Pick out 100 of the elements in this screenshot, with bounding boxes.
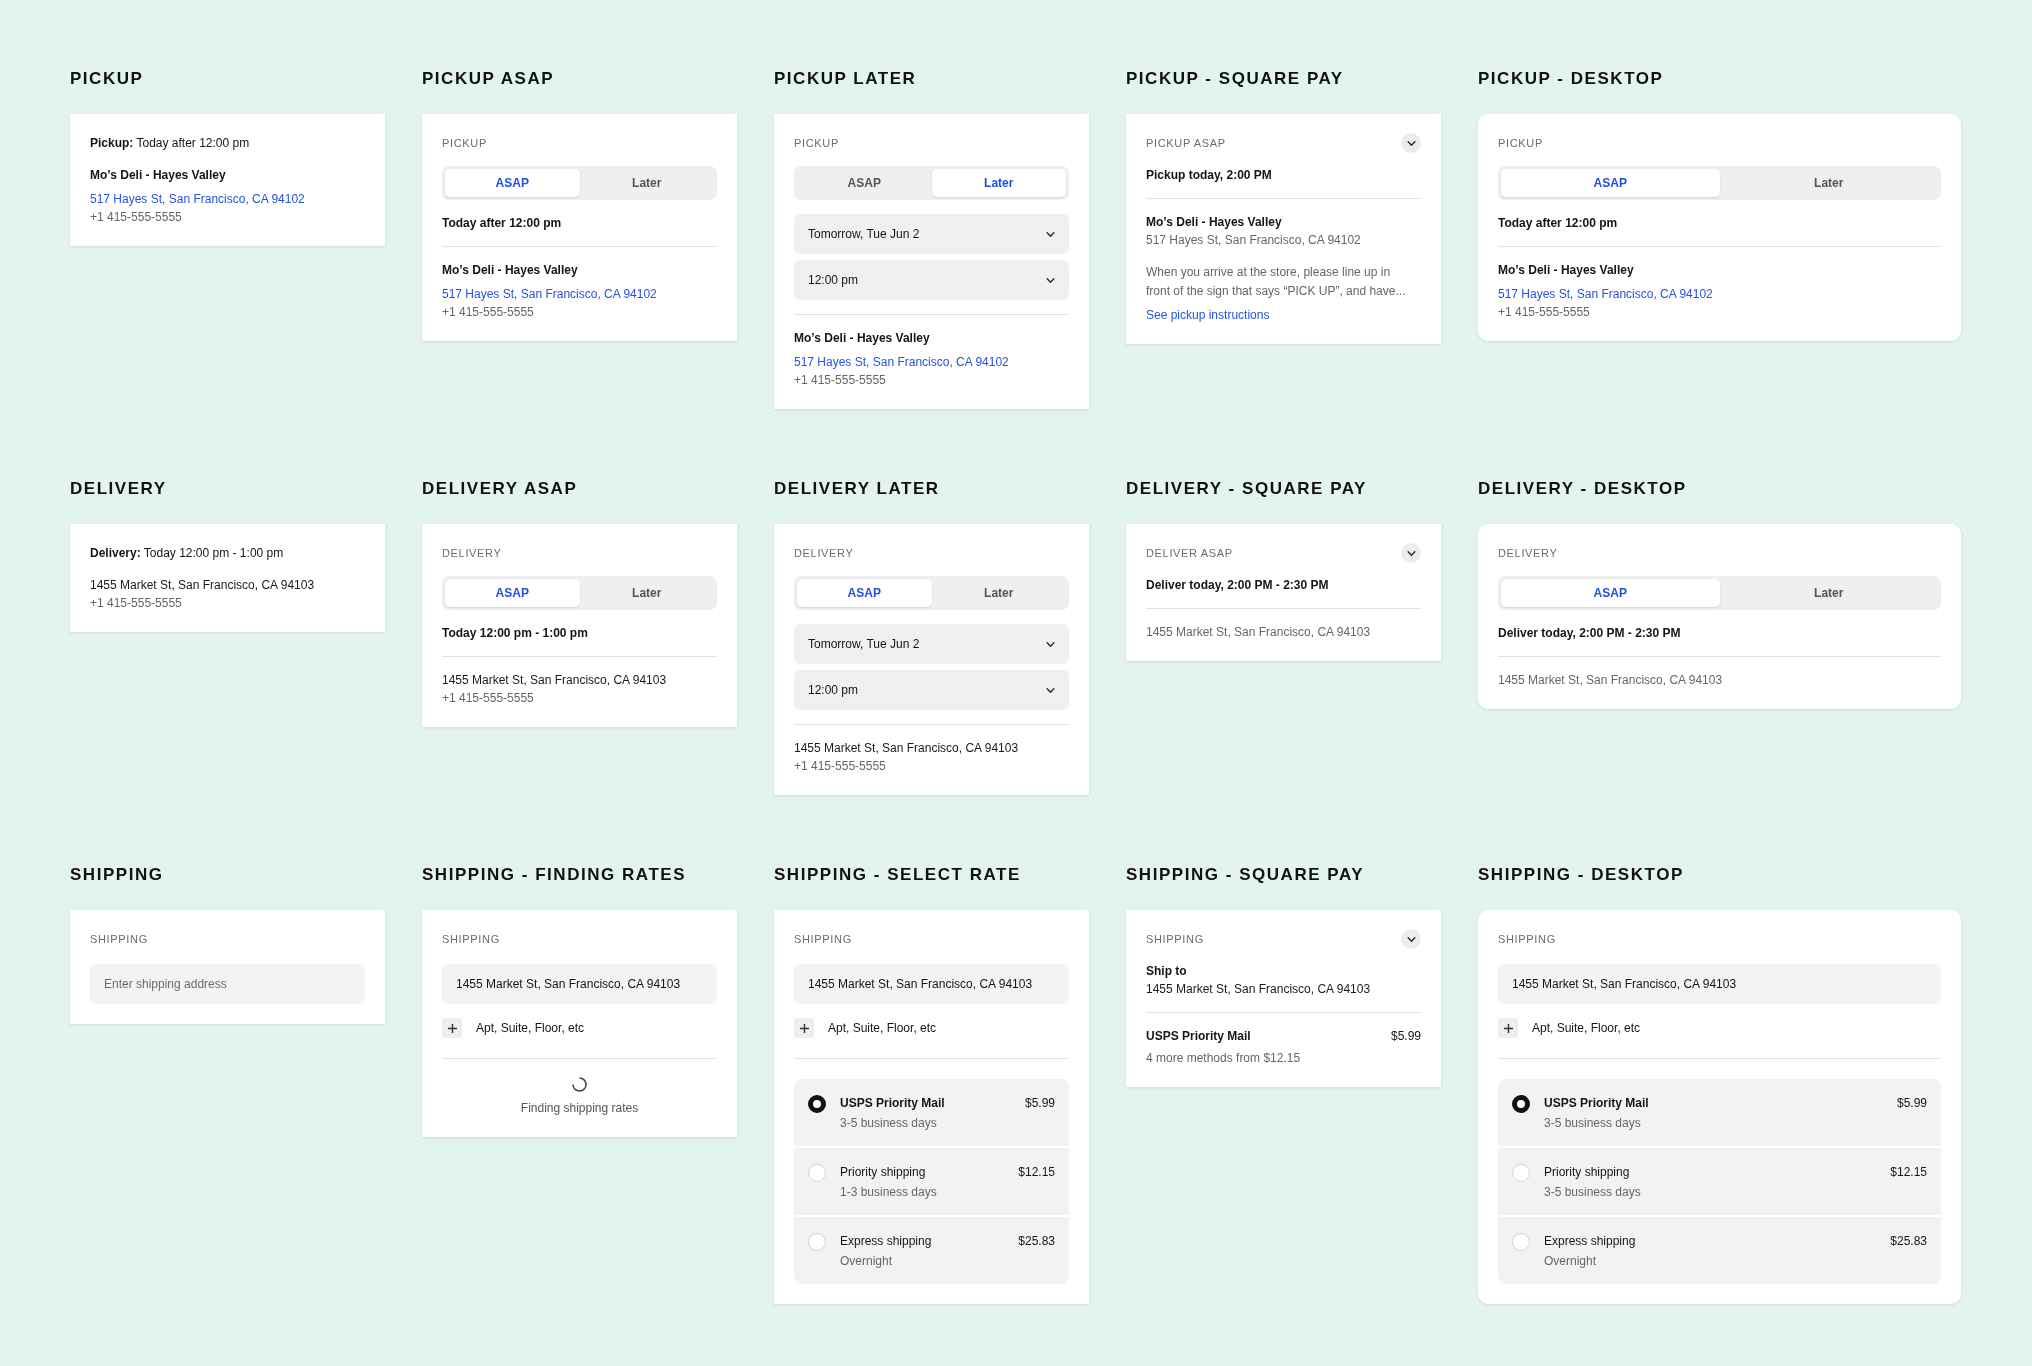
section-label: PICKUP ASAP (1146, 136, 1226, 151)
rate-price: $5.99 (1024, 1095, 1055, 1112)
rate-price: $5.99 (1390, 1028, 1421, 1045)
segment-tab[interactable]: ASAP (797, 579, 932, 607)
section-label: SHIPPING (90, 932, 148, 947)
secondary-text: 1455 Market St, San Francisco, CA 94103 (1146, 624, 1372, 641)
section-title: PICKUP LATER (774, 69, 918, 89)
expand-button[interactable] (1401, 929, 1421, 949)
segment-tab[interactable]: Later (1719, 579, 1938, 607)
rate-option[interactable]: USPS Priority Mail $5.99 3-5 business days (1498, 1079, 1941, 1146)
rate-name: Priority shipping (1544, 1164, 1630, 1181)
time-heading: Deliver today, 2:00 PM - 2:30 PM (1498, 625, 1682, 642)
secondary-text: +1 415-555-5555 (442, 690, 535, 707)
secondary-text: +1 415-555-5555 (90, 209, 183, 226)
address-link[interactable]: 517 Hayes St, San Francisco, CA 94102 (442, 285, 657, 303)
dropdown-select[interactable]: 12:00 pm (794, 260, 1069, 300)
rate-detail: Overnight (840, 1253, 893, 1270)
chevron-down-icon (1406, 140, 1416, 146)
chevron-down-icon (1046, 687, 1055, 693)
add-address-line-button[interactable]: Apt, Suite, Floor, etc (794, 1018, 937, 1038)
segment-tab[interactable]: Later (931, 169, 1066, 197)
section-title: DELIVERY ASAP (422, 479, 579, 499)
chevron-down-icon (1406, 550, 1416, 556)
expand-button[interactable] (1401, 133, 1421, 153)
expand-button[interactable] (1401, 543, 1421, 563)
section-title: PICKUP (70, 69, 145, 89)
radio-button[interactable] (808, 1095, 826, 1113)
segment-tab[interactable]: Later (579, 169, 714, 197)
section-label: DELIVERY (442, 546, 502, 561)
instructions-link[interactable]: See pickup instructions (1146, 306, 1270, 324)
rate-name: USPS Priority Mail (1544, 1095, 1649, 1112)
chevron-down-icon (1406, 936, 1416, 942)
rate-price: $12.15 (1890, 1164, 1927, 1181)
address-text: 1455 Market St, San Francisco, CA 94103 (1146, 981, 1372, 998)
address-field[interactable]: 1455 Market St, San Francisco, CA 94103 (442, 964, 717, 1004)
rate-name: Priority shipping (840, 1164, 926, 1181)
section-title: DELIVERY (70, 479, 168, 499)
time-heading: Today after 12:00 pm (442, 215, 563, 232)
dropdown-select[interactable]: 12:00 pm (794, 670, 1069, 710)
address-link[interactable]: 517 Hayes St, San Francisco, CA 94102 (90, 190, 305, 208)
section-title: SHIPPING (70, 865, 165, 885)
rate-name: Express shipping (1544, 1233, 1636, 1250)
section-label: PICKUP (794, 136, 839, 151)
spinner-icon (572, 1077, 587, 1092)
plus-icon (1498, 1018, 1518, 1038)
segment-tab[interactable]: ASAP (1501, 169, 1720, 197)
rate-option[interactable]: USPS Priority Mail $5.99 3-5 business days (794, 1079, 1069, 1146)
time-heading: Today after 12:00 pm (1498, 215, 1619, 232)
section-label: DELIVERY (1498, 546, 1558, 561)
rate-option[interactable]: Express shipping $25.83 Overnight (1498, 1217, 1941, 1284)
add-address-line-button[interactable]: Apt, Suite, Floor, etc (442, 1018, 585, 1038)
address-field[interactable]: 1455 Market St, San Francisco, CA 94103 (794, 964, 1069, 1004)
section-title: DELIVERY - SQUARE PAY (1126, 479, 1368, 499)
segment-tab[interactable]: ASAP (797, 169, 932, 197)
rate-detail: 3-5 business days (1544, 1115, 1641, 1132)
section-label: SHIPPING (1146, 932, 1204, 947)
section-title: DELIVERY LATER (774, 479, 941, 499)
add-address-line-button[interactable]: Apt, Suite, Floor, etc (1498, 1018, 1641, 1038)
time-heading: Pickup today, 2:00 PM (1146, 167, 1273, 184)
rate-option[interactable]: Priority shipping $12.15 3-5 business days (1498, 1148, 1941, 1215)
section-title: SHIPPING - FINDING RATES (422, 865, 688, 885)
plus-icon (442, 1018, 462, 1038)
section-title: SHIPPING - SELECT RATE (774, 865, 1022, 885)
place-heading: Mo’s Deli - Hayes Valley (1146, 214, 1283, 231)
address-link[interactable]: 517 Hayes St, San Francisco, CA 94102 (1498, 285, 1713, 303)
section-label: SHIPPING (794, 932, 852, 947)
address-link[interactable]: 517 Hayes St, San Francisco, CA 94102 (794, 353, 1009, 371)
dropdown-select[interactable]: Tomorrow, Tue Jun 2 (794, 624, 1069, 664)
secondary-text: 1455 Market St, San Francisco, CA 94103 (1498, 672, 1724, 689)
secondary-text: +1 415-555-5555 (90, 595, 183, 612)
section-label: PICKUP (1498, 136, 1543, 151)
segment-tab[interactable]: Later (1719, 169, 1938, 197)
address-field[interactable]: Enter shipping address (90, 964, 365, 1004)
section-title: SHIPPING - SQUARE PAY (1126, 865, 1366, 885)
rate-detail: 4 more methods from $12.15 (1146, 1050, 1301, 1067)
place-heading: Mo’s Deli - Hayes Valley (442, 262, 579, 279)
segment-tab[interactable]: ASAP (445, 169, 580, 197)
segment-tab[interactable]: Later (579, 579, 714, 607)
rate-name: USPS Priority Mail (840, 1095, 945, 1112)
segment-tab[interactable]: ASAP (1501, 579, 1720, 607)
secondary-text: +1 415-555-5555 (1498, 304, 1591, 321)
instructions-text: When you arrive at the store, please line up in front of the sign that says “PICK UP”, and have... (1146, 264, 1407, 300)
section-label: DELIVERY (794, 546, 854, 561)
rate-option[interactable]: Priority shipping $12.15 1-3 business days (794, 1148, 1069, 1215)
place-heading: Ship to (1146, 963, 1188, 980)
loading-text: Finding shipping rates (520, 1100, 639, 1117)
address-text: 1455 Market St, San Francisco, CA 94103 (90, 577, 316, 594)
address-field[interactable]: 1455 Market St, San Francisco, CA 94103 (1498, 964, 1941, 1004)
time-heading: Today 12:00 pm - 1:00 pm (442, 625, 589, 642)
dropdown-select[interactable]: Tomorrow, Tue Jun 2 (794, 214, 1069, 254)
rate-option[interactable]: Express shipping $25.83 Overnight (794, 1217, 1069, 1284)
section-label: SHIPPING (1498, 932, 1556, 947)
address-text: 1455 Market St, San Francisco, CA 94103 (442, 672, 668, 689)
section-title: DELIVERY - DESKTOP (1478, 479, 1688, 499)
section-title: SHIPPING - DESKTOP (1478, 865, 1685, 885)
section-label: PICKUP (442, 136, 487, 151)
segment-tab[interactable]: Later (931, 579, 1066, 607)
radio-button[interactable] (1512, 1095, 1530, 1113)
segment-tab[interactable]: ASAP (445, 579, 580, 607)
rate-detail: Overnight (1544, 1253, 1597, 1270)
